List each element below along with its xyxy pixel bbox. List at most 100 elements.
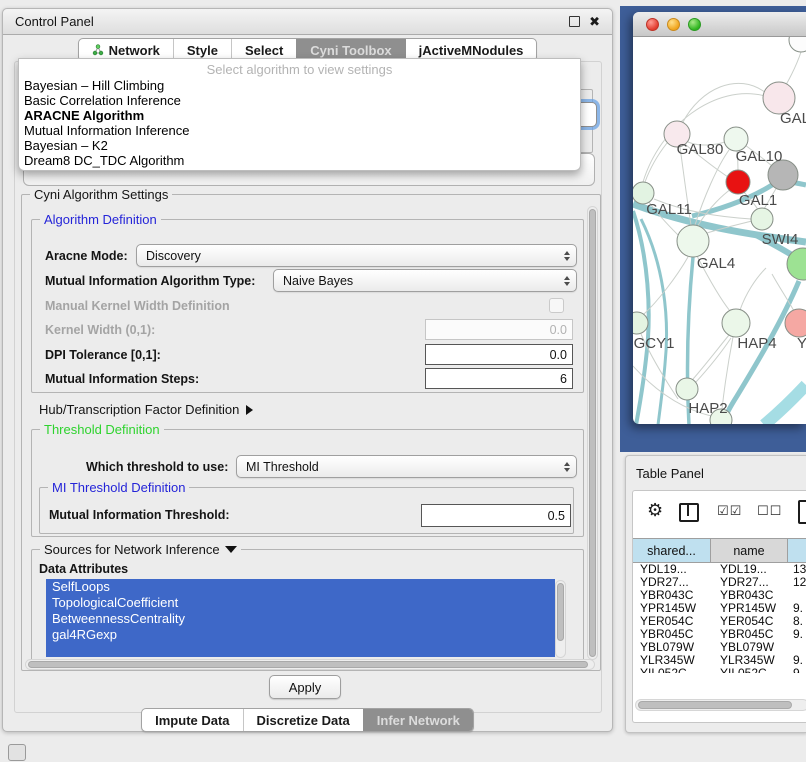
column-header-1[interactable]: shared... xyxy=(633,539,711,562)
kernel-width-value: 0.0 xyxy=(550,323,567,337)
node-label-hap4: HAP4 xyxy=(737,335,776,352)
dpi-tolerance-field[interactable]: 0.0 xyxy=(425,344,573,365)
table-header-row: shared...name xyxy=(633,538,806,563)
file-icon[interactable] xyxy=(798,500,806,524)
mi-algorithm-type-select[interactable]: Naive Bayes xyxy=(273,269,577,292)
collapse-down-icon[interactable] xyxy=(225,546,237,553)
tab-label: Style xyxy=(187,43,218,58)
dropdown-item-bayesian-k2[interactable]: Bayesian – K2 xyxy=(19,138,580,153)
tab-label: Cyni Toolbox xyxy=(310,43,391,58)
collapsed-panel-icon[interactable] xyxy=(8,744,26,761)
column-header-3[interactable] xyxy=(788,539,806,562)
table-horizontal-scrollbar[interactable] xyxy=(635,699,806,711)
apply-button[interactable]: Apply xyxy=(269,675,341,699)
aracne-mode-label: Aracne Mode: xyxy=(45,249,128,263)
cyni-settings-legend: Cyni Algorithm Settings xyxy=(30,187,172,202)
aracne-mode-select[interactable]: Discovery xyxy=(136,244,577,267)
network-node-gal4[interactable] xyxy=(677,225,709,257)
attribute-item-selfloops[interactable]: SelfLoops xyxy=(46,579,555,595)
deselect-all-checkboxes-icon[interactable]: ☐☐ xyxy=(757,504,782,517)
network-canvas[interactable]: GALGAL80GAL10GAL1GAL11SWI4GAL4GCY1HAP4YH… xyxy=(633,37,806,424)
network-node-gal1[interactable] xyxy=(751,208,773,230)
threshold-definition-legend: Threshold Definition xyxy=(40,422,164,437)
which-threshold-select[interactable]: MI Threshold xyxy=(236,455,577,478)
network-node-y[interactable] xyxy=(785,309,806,337)
dropdown-item-bayesian-hill-climbing[interactable]: Bayesian – Hill Climbing xyxy=(19,78,580,93)
kernel-width-label: Kernel Width (0,1): xyxy=(45,323,155,337)
network-node[interactable] xyxy=(726,170,750,194)
network-node-labels: GALGAL80GAL10GAL1GAL11SWI4GAL4GCY1HAP4YH… xyxy=(634,110,806,417)
network-window-titlebar[interactable] xyxy=(633,12,806,37)
split-columns-icon[interactable] xyxy=(679,503,699,522)
table-cell: YIL052C xyxy=(633,667,711,673)
settings-horizontal-scrollbar[interactable] xyxy=(25,659,595,670)
table-cell: 12 xyxy=(788,576,806,589)
dropdown-item-mutual-information-inference[interactable]: Mutual Information Inference xyxy=(19,123,580,138)
combo-stepper-icon xyxy=(564,276,570,286)
combo-stepper-icon xyxy=(564,251,570,261)
data-attributes-label: Data Attributes xyxy=(39,562,128,576)
network-window[interactable]: GALGAL80GAL10GAL1GAL11SWI4GAL4GCY1HAP4YH… xyxy=(633,12,806,424)
tab-discretize-data[interactable]: Discretize Data xyxy=(243,709,363,731)
close-icon[interactable]: ✖ xyxy=(589,15,600,28)
column-header-2[interactable]: name xyxy=(711,539,788,562)
network-graph[interactable]: GALGAL80GAL10GAL1GAL11SWI4GAL4GCY1HAP4YH… xyxy=(633,37,806,424)
table-row[interactable]: YIL052CYIL052C9 xyxy=(633,667,806,673)
tab-label: Discretize Data xyxy=(257,713,350,728)
table-panel-body: ⚙ ☑☑ ☐☐ shared...name YDL19...YDL19...13… xyxy=(632,490,806,723)
network-node-hap4[interactable] xyxy=(722,309,750,337)
apply-button-label: Apply xyxy=(289,680,322,695)
dropdown-item-basic-correlation-inference[interactable]: Basic Correlation Inference xyxy=(19,93,580,108)
select-all-checkboxes-icon[interactable]: ☑☑ xyxy=(717,504,742,517)
tab-label: jActiveMNodules xyxy=(419,43,524,58)
table-cell: 9 xyxy=(788,667,806,673)
node-label-y: Y xyxy=(797,335,806,352)
mi-threshold-value: 0.5 xyxy=(548,509,565,523)
dropdown-item-dream8-dc-tdc-algorithm[interactable]: Dream8 DC_TDC Algorithm xyxy=(19,153,580,168)
tab-infer-network[interactable]: Infer Network xyxy=(363,709,473,731)
node-label-swi4: SWI4 xyxy=(762,231,799,248)
network-node-hap2[interactable] xyxy=(676,378,698,400)
minimize-traffic-light-icon[interactable] xyxy=(667,18,680,31)
attribute-item-partial[interactable] xyxy=(46,643,555,657)
node-label-gal11: GAL11 xyxy=(646,201,692,218)
gear-icon[interactable]: ⚙ xyxy=(647,500,663,521)
manual-kernel-width-label: Manual Kernel Width Definition xyxy=(45,299,230,313)
algorithm-dropdown-popup: Select algorithm to view settings Bayesi… xyxy=(18,58,581,171)
table-panel-title: Table Panel xyxy=(636,466,704,481)
attribute-item-betweennesscentrality[interactable]: BetweennessCentrality xyxy=(46,611,555,627)
mi-algorithm-type-value: Naive Bayes xyxy=(283,274,353,288)
mi-steps-label: Mutual Information Steps: xyxy=(45,372,199,386)
network-icon xyxy=(92,44,104,56)
mi-threshold-field[interactable]: 0.5 xyxy=(421,504,571,527)
network-node[interactable] xyxy=(789,37,806,52)
node-label-gal80: GAL80 xyxy=(677,141,724,158)
dropdown-item-list: Bayesian – Hill ClimbingBasic Correlatio… xyxy=(19,78,580,168)
settings-vertical-scrollbar[interactable] xyxy=(587,206,598,660)
dpi-tolerance-label: DPI Tolerance [0,1]: xyxy=(45,348,161,362)
tab-impute-data[interactable]: Impute Data xyxy=(142,709,242,731)
attribute-item-gal4rgexp[interactable]: gal4RGexp xyxy=(46,627,555,643)
mi-steps-field[interactable]: 6 xyxy=(425,368,573,389)
which-threshold-label: Which threshold to use: xyxy=(86,460,228,474)
hub-transcription-label: Hub/Transcription Factor Definition xyxy=(39,402,239,417)
node-label-gal10: GAL10 xyxy=(736,148,783,165)
mi-threshold-definition-legend: MI Threshold Definition xyxy=(48,480,189,495)
kernel-width-field[interactable]: 0.0 xyxy=(425,319,573,340)
attribute-item-topologicalcoefficient[interactable]: TopologicalCoefficient xyxy=(46,595,555,611)
table-cell: 9. xyxy=(788,628,806,641)
attribute-list-scrollbar[interactable] xyxy=(555,580,566,658)
manual-kernel-width-checkbox[interactable] xyxy=(549,298,564,313)
node-label-gal4: GAL4 xyxy=(697,255,735,272)
expand-right-icon[interactable] xyxy=(246,405,253,415)
network-node-gcy1[interactable] xyxy=(633,312,648,334)
close-traffic-light-icon[interactable] xyxy=(646,18,659,31)
aracne-mode-value: Discovery xyxy=(146,249,201,263)
table-cell: YIL052C xyxy=(711,667,788,673)
float-window-icon[interactable] xyxy=(569,16,580,27)
hub-transcription-expander[interactable]: Hub/Transcription Factor Definition xyxy=(39,402,253,417)
tab-label: Impute Data xyxy=(155,713,229,728)
data-attributes-list[interactable]: SelfLoopsTopologicalCoefficientBetweenne… xyxy=(46,579,555,657)
zoom-traffic-light-icon[interactable] xyxy=(688,18,701,31)
dropdown-item-aracne-algorithm[interactable]: ARACNE Algorithm xyxy=(19,108,580,123)
